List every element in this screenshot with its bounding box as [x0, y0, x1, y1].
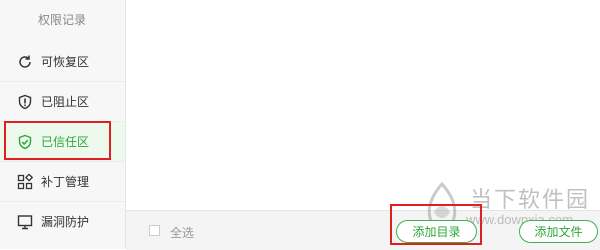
sidebar-item-vulnerability-protection[interactable]: 漏洞防护 — [0, 202, 125, 241]
sidebar-item-label: 漏洞防护 — [41, 215, 90, 229]
sidebar-item-label: 可恢复区 — [41, 55, 90, 69]
monitor-icon — [15, 212, 35, 232]
sidebar-item-label: 补丁管理 — [41, 175, 90, 189]
add-file-button[interactable]: 添加文件 — [519, 220, 598, 243]
highlight-frame — [390, 204, 482, 245]
highlight-frame — [4, 121, 111, 160]
sidebar-item-restorable[interactable]: 可恢复区 — [0, 42, 125, 81]
grid-patch-icon — [15, 172, 35, 192]
sidebar: 权限记录 可恢复区 已阻止区 已信任区 补丁管理 漏洞防护 — [0, 0, 126, 249]
sidebar-item-patch-management[interactable]: 补丁管理 — [0, 162, 125, 201]
restore-icon — [15, 52, 35, 72]
sidebar-item-label: 已阻止区 — [41, 95, 90, 109]
sidebar-title: 权限记录 — [38, 13, 87, 27]
select-all-checkbox[interactable] — [149, 225, 160, 236]
select-all-label: 全选 — [170, 226, 195, 240]
sidebar-item-blocked[interactable]: 已阻止区 — [0, 82, 125, 121]
shield-block-icon — [15, 92, 35, 112]
watermark-name: 当下软件园 — [470, 187, 591, 212]
